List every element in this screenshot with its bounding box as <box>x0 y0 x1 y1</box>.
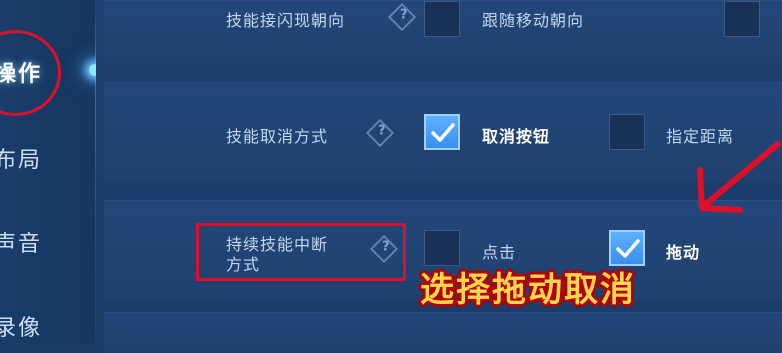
sidebar-item-label: 布局 <box>0 148 43 173</box>
help-icon[interactable]: ? <box>387 2 417 32</box>
settings-row-cancel-method: 技能取消方式 ? 取消按钮 指定距离 <box>104 82 782 183</box>
option-label: 跟随移动朝向 <box>482 11 585 30</box>
arrow-icon <box>697 141 781 213</box>
option-label: 拖动 <box>666 243 701 262</box>
checkbox-drag[interactable] <box>609 230 645 266</box>
highlight-box <box>196 223 406 281</box>
row-label: 技能接闪现朝向 <box>226 11 346 30</box>
settings-row-flash-direction: 技能接闪现朝向 ? 跟随移动朝向 <box>104 0 782 65</box>
check-icon <box>431 123 455 142</box>
sidebar-item-label: 录像 <box>0 316 43 341</box>
help-icon[interactable]: ? <box>365 118 395 148</box>
sidebar-item-sound[interactable]: 声音 <box>0 226 94 258</box>
checkbox-follow-move[interactable] <box>724 1 760 37</box>
sidebar-item-layout[interactable]: 布局 <box>0 142 94 174</box>
checkbox-specified-distance[interactable] <box>609 114 645 150</box>
sidebar-item-label: 声音 <box>0 232 43 257</box>
sidebar-item-recording[interactable]: 录像 <box>0 310 94 342</box>
caption-text: 选择拖动取消 <box>420 270 636 310</box>
option-label: 点击 <box>482 243 517 262</box>
checkbox-flash-direction[interactable] <box>424 1 460 37</box>
row-label: 技能取消方式 <box>226 127 329 146</box>
highlight-circle <box>0 30 61 116</box>
checkbox-tap[interactable] <box>424 230 460 266</box>
checkbox-cancel-button[interactable] <box>424 114 460 150</box>
check-icon <box>616 239 640 258</box>
option-label: 取消按钮 <box>482 127 551 146</box>
sidebar: 操作 布局 声音 录像 <box>0 0 96 345</box>
settings-row-next <box>104 312 782 353</box>
